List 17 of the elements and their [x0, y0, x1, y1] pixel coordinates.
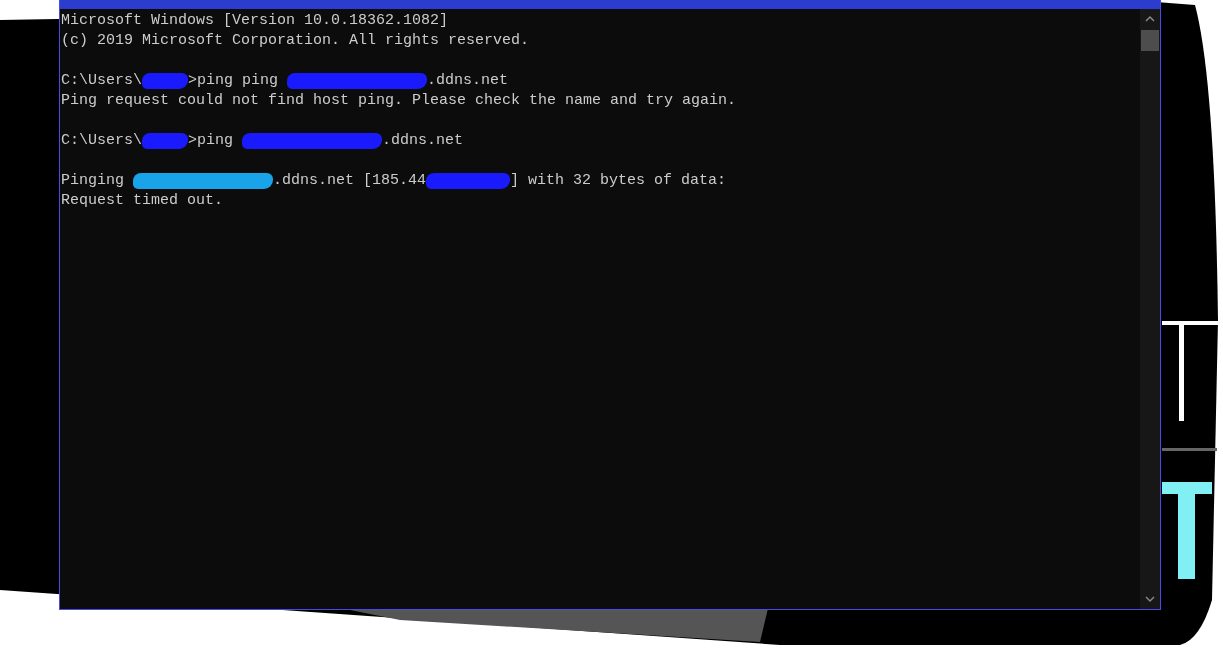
console-text: >ping — [188, 131, 235, 151]
chevron-up-icon[interactable] — [1145, 15, 1155, 23]
console-text: Request timed out. — [61, 191, 224, 211]
console-text: ] with 32 bytes of data: — [510, 171, 727, 191]
console-text: Ping request could not find host ping. Please check the name and try again. — [61, 91, 737, 111]
scrollbar[interactable] — [1140, 9, 1160, 609]
scrollbar-thumb[interactable] — [1141, 30, 1159, 51]
console-text: C:\Users\ — [61, 131, 142, 151]
console-text: C:\Users\ — [61, 71, 142, 91]
console-text: .ddns.net [185.44 — [273, 171, 427, 191]
console-text: (c) 2019 Microsoft Corporation. All rights reserved. — [61, 31, 530, 51]
console-text: .ddns.net — [382, 131, 464, 151]
console-text: Pinging — [61, 171, 125, 191]
console-text: .ddns.net — [427, 71, 509, 91]
chevron-down-icon[interactable] — [1145, 595, 1155, 603]
console-text: Microsoft Windows [Version 10.0.18362.1082] — [61, 11, 449, 31]
console-text: >ping ping — [188, 71, 280, 91]
